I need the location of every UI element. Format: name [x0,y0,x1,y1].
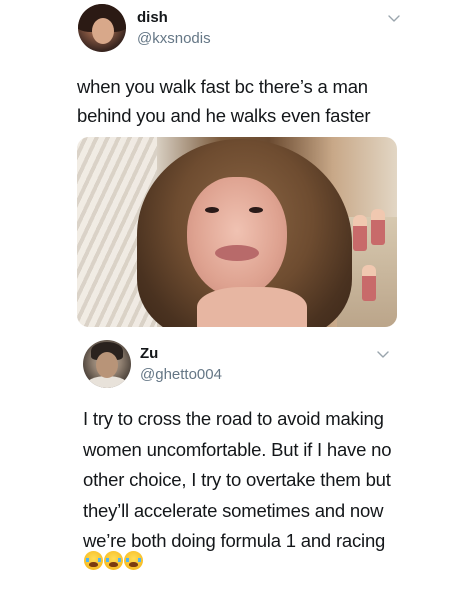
author-handle[interactable]: @kxsnodis [137,30,211,47]
avatar[interactable] [83,340,131,388]
tweet-text-line: we’re both doing formula 1 and racing [83,530,386,551]
crying-face-emoji-icon [104,551,123,570]
tweet-text-line: when you walk fast bc there’s a man [77,76,368,97]
author-handle[interactable]: @ghetto004 [140,366,222,383]
tweet-text-line: women uncomfortable. But if I have no [83,438,392,460]
tweet-photo[interactable] [77,137,397,327]
avatar[interactable] [78,4,126,52]
chevron-down-icon[interactable] [376,348,390,362]
tweet-text: when you walk fast bc there’s a man behi… [77,72,457,130]
tweet-text-line: other choice, I try to overtake them but [83,469,391,490]
author-name[interactable]: dish [137,9,168,26]
crying-face-emoji-icon [124,551,143,570]
author-name[interactable]: Zu [140,345,158,362]
crying-face-emoji-icon [84,551,103,570]
tweet-text-line: I try to cross the road to avoid making [83,408,384,429]
tweet-text: I try to cross the road to avoid making … [83,404,463,557]
tweet-text-line: they’ll accelerate sometimes and now [83,499,384,521]
chevron-down-icon[interactable] [387,12,401,26]
tweet-text-line: behind you and he walks even faster [77,105,371,126]
